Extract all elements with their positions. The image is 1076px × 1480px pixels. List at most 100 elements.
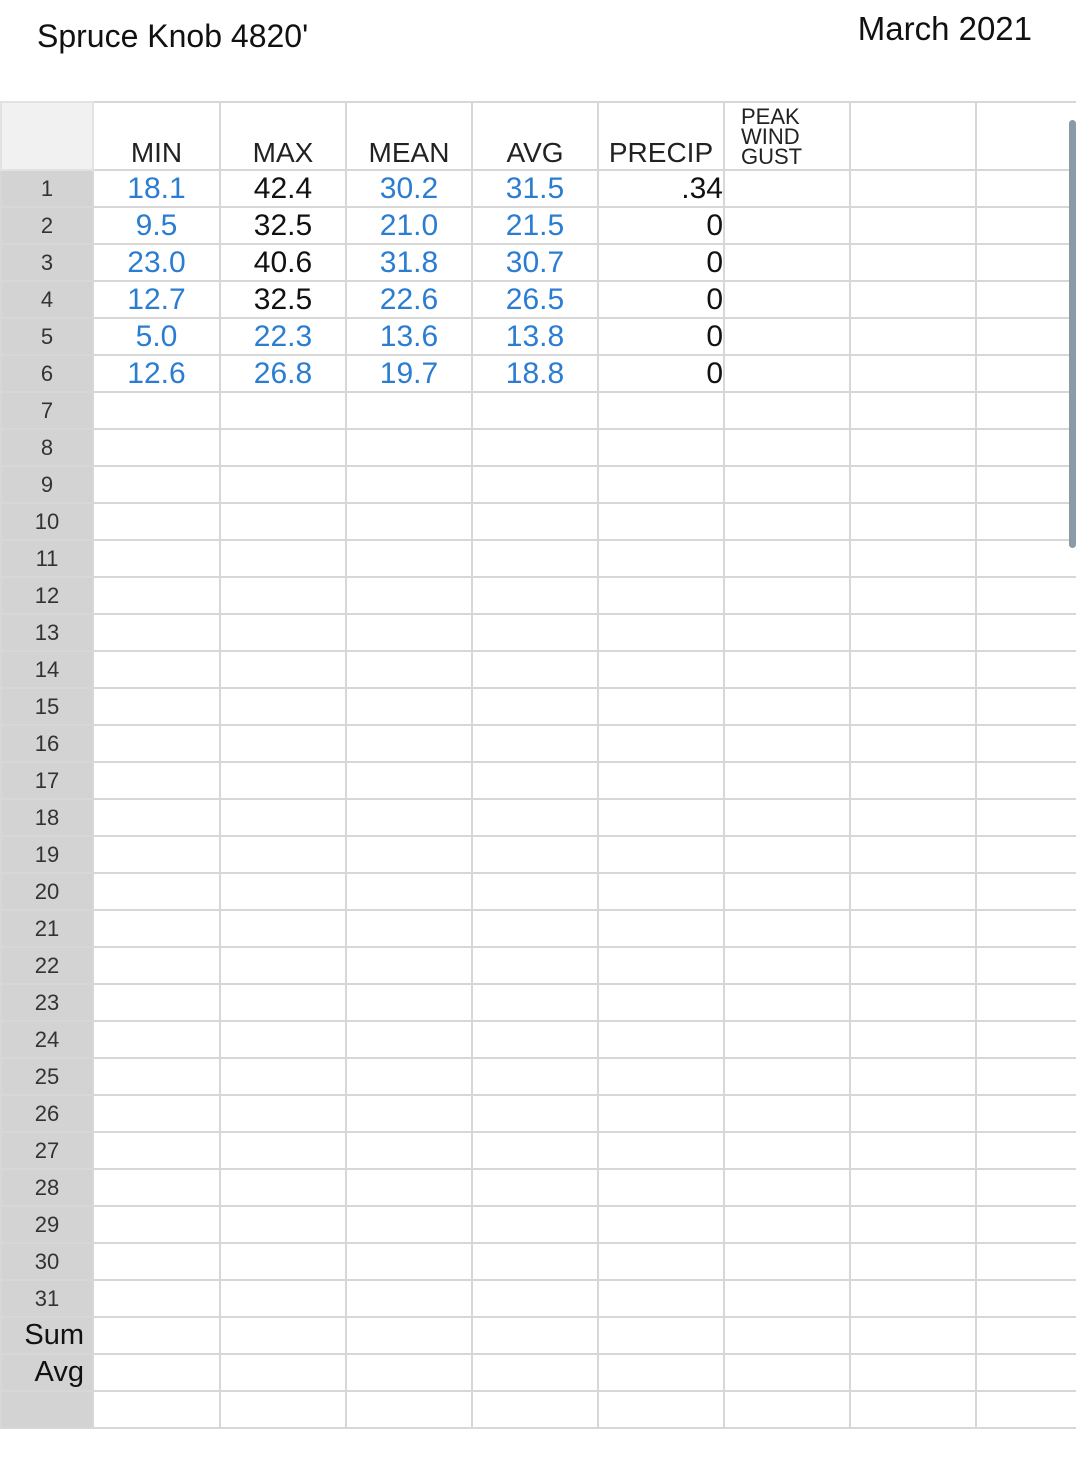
precip-cell[interactable] <box>597 761 725 800</box>
min-cell[interactable] <box>92 613 221 652</box>
row-header[interactable]: 3 <box>0 243 94 282</box>
empty-cell[interactable] <box>849 909 977 948</box>
max-cell[interactable]: 32.5 <box>219 280 347 319</box>
precip-cell[interactable] <box>597 983 725 1022</box>
mean-cell[interactable] <box>345 1316 473 1355</box>
avg-cell[interactable] <box>471 1279 599 1318</box>
min-cell[interactable] <box>92 1168 221 1207</box>
min-cell[interactable] <box>92 1390 221 1429</box>
vertical-scrollbar[interactable] <box>1069 120 1076 548</box>
peak-wind-gust-cell[interactable] <box>723 1094 851 1133</box>
empty-cell[interactable] <box>975 354 1076 393</box>
precip-cell[interactable] <box>597 1020 725 1059</box>
mean-cell[interactable] <box>345 724 473 763</box>
max-cell[interactable] <box>219 428 347 467</box>
max-cell[interactable]: 32.5 <box>219 206 347 245</box>
empty-cell[interactable] <box>849 835 977 874</box>
precip-cell[interactable] <box>597 1205 725 1244</box>
mean-cell[interactable] <box>345 391 473 430</box>
empty-cell[interactable] <box>975 872 1076 911</box>
precip-cell[interactable]: 0 <box>597 243 725 282</box>
precip-cell[interactable] <box>597 650 725 689</box>
min-cell[interactable] <box>92 909 221 948</box>
empty-cell[interactable] <box>975 243 1076 282</box>
empty-cell[interactable] <box>849 650 977 689</box>
row-header[interactable]: 7 <box>0 391 94 430</box>
empty-cell[interactable] <box>975 576 1076 615</box>
peak-wind-gust-cell[interactable] <box>723 539 851 578</box>
empty-cell[interactable] <box>849 576 977 615</box>
empty-cell[interactable] <box>975 1279 1076 1318</box>
row-header[interactable]: 25 <box>0 1057 94 1096</box>
peak-wind-gust-cell[interactable] <box>723 909 851 948</box>
empty-cell[interactable] <box>849 1353 977 1392</box>
mean-cell[interactable] <box>345 1205 473 1244</box>
max-cell[interactable] <box>219 798 347 837</box>
empty-cell[interactable] <box>849 1242 977 1281</box>
mean-cell[interactable] <box>345 983 473 1022</box>
empty-cell[interactable] <box>975 1131 1076 1170</box>
max-cell[interactable] <box>219 1020 347 1059</box>
row-header[interactable]: 11 <box>0 539 94 578</box>
peak-wind-gust-cell[interactable] <box>723 502 851 541</box>
empty-cell[interactable] <box>975 502 1076 541</box>
max-cell[interactable] <box>219 1242 347 1281</box>
row-header[interactable]: 31 <box>0 1279 94 1318</box>
max-cell[interactable] <box>219 576 347 615</box>
row-header[interactable]: 24 <box>0 1020 94 1059</box>
peak-wind-gust-cell[interactable] <box>723 613 851 652</box>
precip-cell[interactable] <box>597 909 725 948</box>
row-header[interactable]: 17 <box>0 761 94 800</box>
row-header[interactable]: 1 <box>0 169 94 208</box>
min-cell[interactable] <box>92 1131 221 1170</box>
avg-cell[interactable] <box>471 1353 599 1392</box>
avg-cell[interactable] <box>471 613 599 652</box>
empty-cell[interactable] <box>849 428 977 467</box>
empty-cell[interactable] <box>975 317 1076 356</box>
peak-wind-gust-cell[interactable] <box>723 1316 851 1355</box>
max-cell[interactable] <box>219 946 347 985</box>
avg-cell[interactable] <box>471 650 599 689</box>
precip-cell[interactable] <box>597 428 725 467</box>
empty-cell[interactable] <box>849 1168 977 1207</box>
mean-cell[interactable] <box>345 1020 473 1059</box>
empty-cell[interactable] <box>849 798 977 837</box>
precip-cell[interactable] <box>597 1168 725 1207</box>
row-header[interactable]: 28 <box>0 1168 94 1207</box>
max-cell[interactable] <box>219 872 347 911</box>
empty-cell[interactable] <box>975 835 1076 874</box>
empty-cell[interactable] <box>849 983 977 1022</box>
row-header[interactable]: 15 <box>0 687 94 726</box>
min-cell[interactable] <box>92 1279 221 1318</box>
row-header[interactable]: Sum <box>0 1316 94 1355</box>
precip-cell[interactable] <box>597 465 725 504</box>
precip-cell[interactable] <box>597 1316 725 1355</box>
peak-wind-gust-cell[interactable] <box>723 391 851 430</box>
spreadsheet-grid[interactable]: MIN MAX MEAN AVG PRECIP PEAK WIND GUST 1… <box>0 101 1076 1480</box>
row-header[interactable]: 29 <box>0 1205 94 1244</box>
precip-cell[interactable] <box>597 835 725 874</box>
peak-wind-gust-cell[interactable] <box>723 1168 851 1207</box>
precip-cell[interactable] <box>597 946 725 985</box>
column-header-empty-2[interactable] <box>975 101 1076 171</box>
avg-cell[interactable] <box>471 761 599 800</box>
empty-cell[interactable] <box>849 1279 977 1318</box>
max-cell[interactable] <box>219 1390 347 1429</box>
empty-cell[interactable] <box>975 798 1076 837</box>
mean-cell[interactable] <box>345 1242 473 1281</box>
row-header[interactable]: 6 <box>0 354 94 393</box>
empty-cell[interactable] <box>975 280 1076 319</box>
empty-cell[interactable] <box>975 1020 1076 1059</box>
precip-cell[interactable] <box>597 1242 725 1281</box>
empty-cell[interactable] <box>849 243 977 282</box>
max-cell[interactable] <box>219 983 347 1022</box>
peak-wind-gust-cell[interactable] <box>723 761 851 800</box>
column-header-min[interactable]: MIN <box>92 101 221 171</box>
max-cell[interactable]: 40.6 <box>219 243 347 282</box>
avg-cell[interactable] <box>471 465 599 504</box>
empty-cell[interactable] <box>975 206 1076 245</box>
peak-wind-gust-cell[interactable] <box>723 946 851 985</box>
empty-cell[interactable] <box>975 1057 1076 1096</box>
empty-cell[interactable] <box>849 1057 977 1096</box>
corner-cell[interactable] <box>0 101 94 171</box>
